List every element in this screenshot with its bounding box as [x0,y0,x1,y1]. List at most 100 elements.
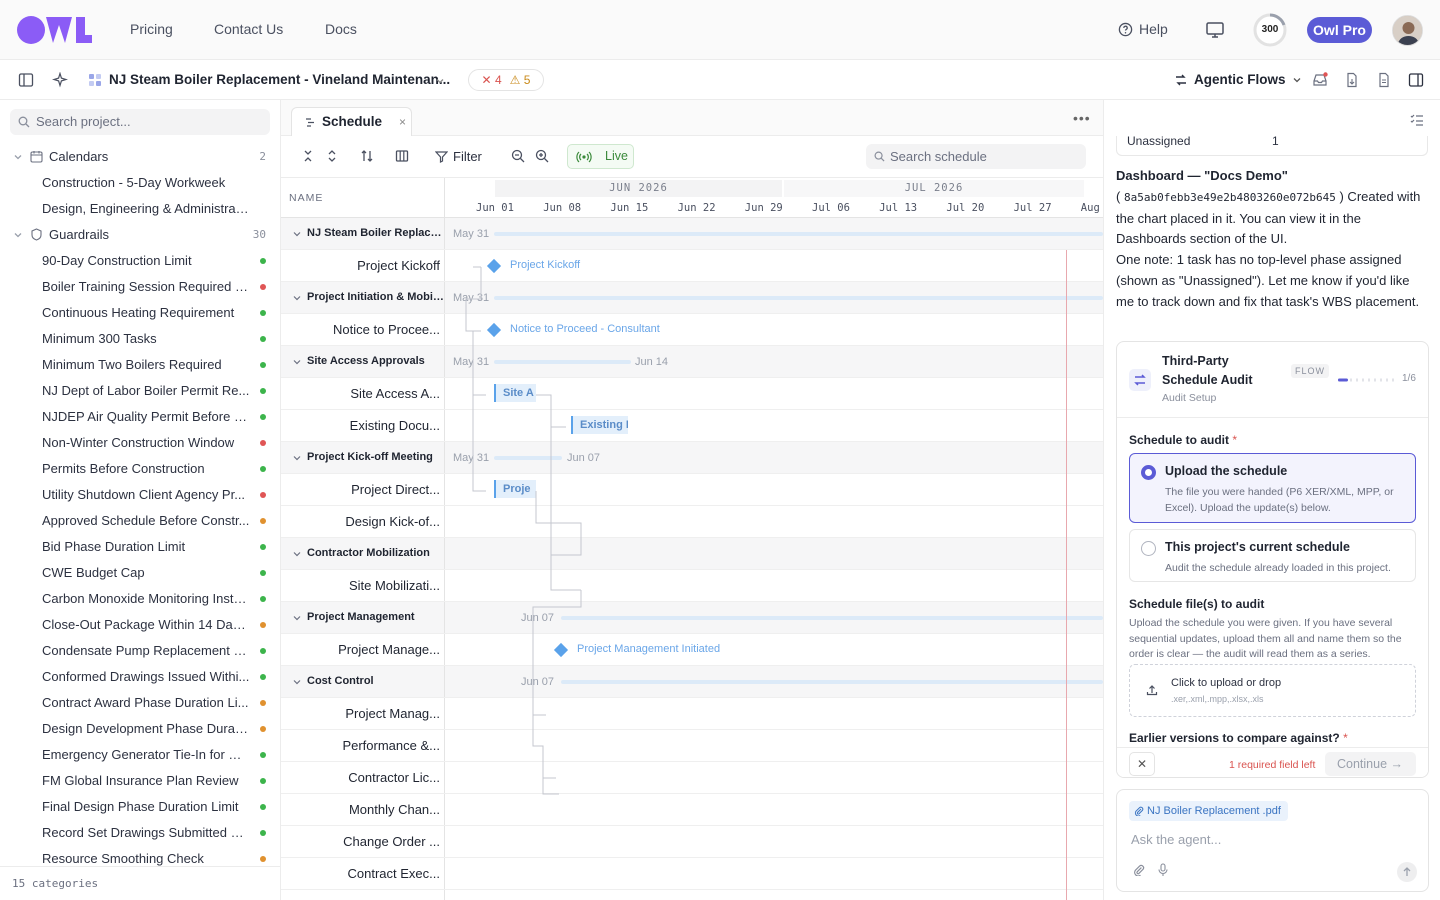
continue-label: Continue [1337,757,1388,771]
project-title[interactable]: NJ Steam Boiler Replacement - Vineland M… [109,72,450,87]
sidebar-item[interactable]: Construction - 5-Day Workweek [0,170,280,196]
checklist-icon[interactable] [1410,114,1424,126]
message-heading: Dashboard — "Docs Demo" [1116,168,1288,183]
issues-badge[interactable]: ✕ 4 ⚠ 5 [468,69,544,91]
agent-message: Dashboard — "Docs Demo" ( 8a5ab0febb3e49… [1116,166,1430,313]
columns-icon[interactable] [395,149,409,163]
send-button[interactable] [1397,862,1417,882]
option-current-schedule[interactable]: This project's current schedule Audit th… [1129,529,1416,582]
chevron-down-icon[interactable] [435,76,445,86]
sidebar-item[interactable]: Permits Before Construction [0,456,280,482]
zoom-out-icon[interactable] [511,149,525,163]
flows-icon [1134,374,1146,386]
chevron-down-icon[interactable] [13,230,23,240]
nav-pricing-link[interactable]: Pricing [130,21,173,37]
search-icon [18,116,30,128]
nav-docs-link[interactable]: Docs [325,21,357,37]
sidebar-item[interactable]: 90-Day Construction Limit [0,248,280,274]
sidebar-item[interactable]: Continuous Heating Requirement [0,300,280,326]
sidebar-item[interactable]: Contract Award Phase Duration Li... [0,690,280,716]
warning-icon: ⚠ [509,73,521,87]
agentic-flows-button[interactable]: Agentic Flows [1174,72,1302,87]
monitor-icon[interactable] [1205,20,1225,40]
status-dot [260,622,266,628]
attach-icon[interactable] [1133,864,1145,876]
tab-schedule[interactable]: Schedule × [291,107,412,136]
expand-all-icon[interactable] [326,149,338,163]
paperclip-icon [1134,806,1144,816]
sidebar-item[interactable]: Conformed Drawings Issued Withi... [0,664,280,690]
sidebar-category[interactable]: Calendars 2 [0,144,280,170]
more-options-icon[interactable]: ••• [1073,110,1091,126]
zoom-in-icon[interactable] [535,149,549,163]
document-icon[interactable] [1376,72,1392,88]
sidebar-item[interactable]: NJ Dept of Labor Boiler Permit Re... [0,378,280,404]
sidebar-toggle-icon[interactable] [18,72,34,88]
export-file-icon[interactable] [1344,72,1360,88]
sidebar-item[interactable]: Minimum 300 Tasks [0,326,280,352]
close-tab-icon[interactable]: × [399,108,406,136]
ask-agent-input[interactable]: Ask the agent... [1131,832,1221,847]
radio-upload-schedule[interactable] [1141,465,1156,480]
chevron-down-icon[interactable] [13,152,23,162]
sidebar-item[interactable]: Approved Schedule Before Constr... [0,508,280,534]
radio-current-schedule[interactable] [1141,541,1156,556]
sidebar-category[interactable]: Guardrails 30 [0,222,280,248]
owl-logo[interactable] [16,15,92,45]
option-upload-desc: The file you were handed (P6 XER/XML, MP… [1165,486,1394,514]
filter-button[interactable]: Filter [435,149,482,164]
inbox-icon[interactable] [1312,72,1328,88]
schedule-files-help: Upload the schedule you were given. If y… [1129,617,1402,660]
sidebar-item-label: 90-Day Construction Limit [42,253,192,268]
sidebar-item[interactable]: Utility Shutdown Client Agency Pr... [0,482,280,508]
dependency-line [465,267,482,332]
sidebar-item[interactable]: Minimum Two Boilers Required [0,352,280,378]
sidebar-item-label: Carbon Monoxide Monitoring Insta... [42,591,250,606]
warning-count: ⚠ 5 [510,73,531,87]
sidebar-item[interactable]: Record Set Drawings Submitted W... [0,820,280,846]
dashboard-id[interactable]: 8a5ab0febb3e49e2b4803260e072b645 [1124,191,1336,204]
status-dot [260,388,266,394]
sidebar-item[interactable]: Emergency Generator Tie-In for Bo... [0,742,280,768]
cancel-flow-button[interactable]: ✕ [1129,752,1155,776]
sidebar-item[interactable]: Design Development Phase Durati... [0,716,280,742]
continue-button[interactable]: Continue → [1325,752,1416,776]
upload-dropzone[interactable]: Click to upload or drop .xer,.xml,.mpp,.… [1129,664,1416,717]
sidebar-item[interactable]: Condensate Pump Replacement R... [0,638,280,664]
right-panel-toggle-icon[interactable] [1408,72,1424,88]
sidebar-item[interactable]: Design, Engineering & Administrative [0,196,280,222]
avatar[interactable] [1392,15,1423,46]
status-dot [260,570,266,576]
dependency-line [472,331,486,396]
status-dot [260,804,266,810]
dependency-line [550,427,581,591]
sidebar-item[interactable]: Close-Out Package Within 14 Days... [0,612,280,638]
microphone-icon[interactable] [1157,863,1169,877]
live-toggle[interactable]: Live [567,144,634,169]
status-dot [260,466,266,472]
sidebar-item[interactable]: FM Global Insurance Plan Review [0,768,280,794]
flow-step: 1/6 [1402,373,1416,384]
help-button[interactable]: Help [1118,21,1168,37]
gantt-grid: NAME JUN 2026 JUL 2026 Jun 01 Jun 08 Jun 1… [281,178,1103,900]
sidebar-item[interactable]: NJDEP Air Quality Permit Before C... [0,404,280,430]
warning-count-value: 5 [523,73,531,87]
credits-indicator[interactable]: 300 [1253,13,1287,47]
sidebar-item[interactable]: Final Design Phase Duration Limit [0,794,280,820]
sidebar-item-label: Final Design Phase Duration Limit [42,799,239,814]
collapse-all-icon[interactable] [302,149,314,163]
nav-contact-link[interactable]: Contact Us [214,21,283,37]
project-search-input[interactable]: Search project... [10,109,270,135]
sparkle-icon[interactable] [52,72,68,88]
sidebar-item[interactable]: CWE Budget Cap [0,560,280,586]
option-upload-schedule[interactable]: Upload the schedule The file you were ha… [1129,453,1416,523]
owl-pro-button[interactable]: Owl Pro [1307,17,1372,43]
dependency-lines [465,266,582,795]
sort-icon[interactable] [360,149,374,163]
sidebar-item[interactable]: Carbon Monoxide Monitoring Insta... [0,586,280,612]
sidebar-item[interactable]: Non-Winter Construction Window [0,430,280,456]
sidebar-item[interactable]: Boiler Training Session Required B... [0,274,280,300]
attachment-chip[interactable]: NJ Boiler Replacement .pdf [1129,801,1288,821]
sidebar-item[interactable]: Bid Phase Duration Limit [0,534,280,560]
schedule-search-input[interactable]: Search schedule [866,144,1086,169]
